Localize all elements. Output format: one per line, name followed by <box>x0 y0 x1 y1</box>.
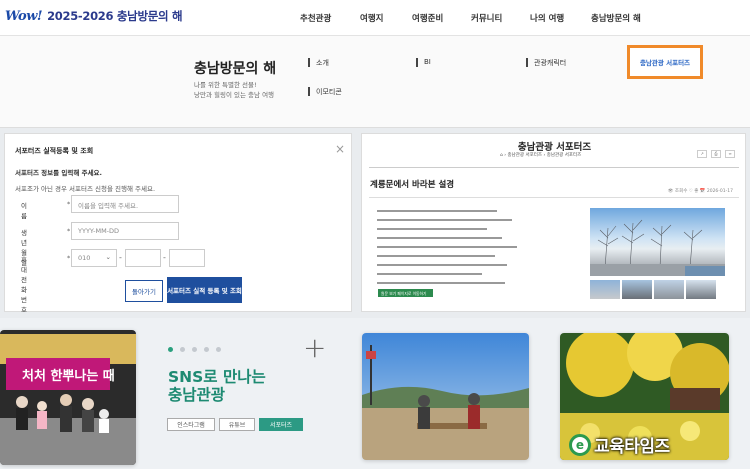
phone-separator: - <box>119 253 122 262</box>
post-text-line <box>377 282 505 284</box>
phone-last-input[interactable] <box>169 249 205 267</box>
carousel-dot[interactable] <box>180 347 185 352</box>
sns-heading-line1: SNS로 만나는 <box>168 368 266 386</box>
phone-middle-input[interactable] <box>125 249 161 267</box>
back-button[interactable]: 돌아가기 <box>125 280 163 302</box>
post-text-line <box>377 255 495 257</box>
breadcrumb: ⌂ › 충남관광 서포터즈 › 충남관광 서포터즈 <box>500 153 582 158</box>
gallery-thumb[interactable] <box>622 280 652 299</box>
nav-item-recommended[interactable]: 추천관광 <box>300 12 331 24</box>
required-marker: * <box>67 200 71 208</box>
gallery-thumb[interactable] <box>654 280 684 299</box>
sns-heading-line2: 충남관광 <box>168 386 226 404</box>
nav-item-visit-year[interactable]: 충남방문의 해 <box>591 12 641 24</box>
gallery-thumb[interactable] <box>590 280 620 299</box>
post-text-line <box>377 237 502 239</box>
tag-supporters[interactable]: 서포터즈 <box>259 418 303 431</box>
chevron-down-icon: ⌄ <box>105 253 111 261</box>
carousel-dot[interactable] <box>204 347 209 352</box>
link-icon[interactable]: ∞ <box>725 150 735 158</box>
logo-title: 2025-2026 충남방문의 해 <box>47 9 183 23</box>
birthdate-input[interactable]: YYYY-MM-DD <box>71 222 179 240</box>
plus-icon[interactable]: + <box>303 334 326 362</box>
sns-photo-card-2[interactable] <box>362 333 529 460</box>
mega-link-emoticon[interactable]: 이모티콘 <box>308 87 342 97</box>
view-original-button[interactable]: 원문 보기 페이지로 이동하기 → <box>378 289 433 302</box>
post-text-line <box>377 228 487 230</box>
site-logo[interactable]: Wow! 2025-2026 충남방문의 해 <box>5 8 183 24</box>
form-title: 서포터즈 실적등록 및 조회 <box>15 147 94 155</box>
name-label: 이름 <box>21 202 27 220</box>
nav-item-destinations[interactable]: 여행지 <box>360 12 383 24</box>
sns-heading: SNS로 만나는 충남관광 <box>168 368 266 404</box>
mega-desc-line1: 나를 위한 특별한 선물! <box>194 81 257 89</box>
snow-scene-photo <box>590 208 725 276</box>
divider <box>369 167 739 168</box>
card1-banner-text: 처처 한뿌나는 때 <box>22 369 115 384</box>
carousel-dot[interactable] <box>192 347 197 352</box>
phone-prefix-value: 010 <box>78 254 91 262</box>
mega-link-intro[interactable]: 소개 <box>308 58 329 68</box>
share-icon[interactable]: ↗ <box>697 150 707 158</box>
supporters-post-preview: 충남관광 서포터즈 ⌂ › 충남관광 서포터즈 › 충남관광 서포터즈 ↗ ⎙ … <box>361 133 746 312</box>
statues-photo <box>362 333 529 460</box>
mega-desc-line2: 낭만과 힐링이 있는 충남 여행 <box>194 91 275 99</box>
mega-link-character[interactable]: 관광캐릭터 <box>525 58 566 68</box>
watermark-text: 교육타임즈 <box>594 437 670 457</box>
name-input[interactable]: 이름을 입력해 주세요. <box>71 195 179 213</box>
nav-item-community[interactable]: 커뮤니티 <box>471 12 502 24</box>
close-icon[interactable]: × <box>335 142 345 156</box>
supporters-form-panel: 서포터즈 실적등록 및 조회 × 서포터즈 정보를 입력해 주세요. 서포조가 … <box>4 133 352 314</box>
nav-item-prepare[interactable]: 여행준비 <box>412 12 443 24</box>
phone-label: 휴대전화번호 <box>21 256 27 314</box>
carousel-dot[interactable] <box>168 347 173 352</box>
e-logo-icon: e <box>569 433 591 456</box>
preview-title: 충남관광 서포터즈 <box>517 142 592 153</box>
submit-button[interactable]: 서포터즈 실적 등록 및 조회 <box>167 277 242 303</box>
mega-link-bi[interactable]: BI <box>416 58 431 67</box>
form-subtitle: 서포터즈 정보를 입력해 주세요. <box>15 169 102 177</box>
mega-link-supporters-highlight[interactable]: 충남관광 서포터즈 <box>627 45 703 79</box>
post-text-line <box>377 246 517 248</box>
phone-separator: - <box>163 253 166 262</box>
mega-menu-description: 나를 위한 특별한 선물! 낭만과 힐링이 있는 충남 여행 <box>194 80 304 100</box>
post-title: 계룡문에서 바라본 설경 <box>370 180 455 190</box>
nav-item-my-trip[interactable]: 나의 여행 <box>530 12 564 24</box>
site-header: Wow! 2025-2026 충남방문의 해 추천관광 여행지 여행준비 커뮤니… <box>0 0 750 36</box>
tag-youtube[interactable]: 유튜브 <box>219 418 255 431</box>
phone-prefix-select[interactable]: 010 ⌄ <box>71 249 117 267</box>
carousel-dot[interactable] <box>216 347 221 352</box>
sns-photo-card-1[interactable]: 처처 한뿌나는 때 <box>0 330 136 465</box>
snow-trees-illustration <box>590 219 725 276</box>
mega-menu-title: 충남방문의 해 <box>194 61 277 77</box>
form-note: 서포조가 아닌 경우 서포터즈 신청을 진행해 주세요. <box>15 185 156 193</box>
carousel-dots <box>168 347 221 352</box>
post-text-line <box>377 264 507 266</box>
required-marker: * <box>67 254 71 262</box>
print-icon[interactable]: ⎙ <box>711 150 721 158</box>
festival-photo <box>0 330 136 465</box>
gallery-thumb[interactable] <box>686 280 716 299</box>
post-text-line <box>377 273 482 275</box>
watermark-logo: e 교육타임즈 <box>569 432 670 457</box>
required-marker: * <box>67 227 71 235</box>
logo-script: Wow! <box>5 8 43 24</box>
post-text-line <box>377 210 497 212</box>
divider <box>369 197 739 198</box>
tag-instagram[interactable]: 인스타그램 <box>167 418 215 431</box>
share-icons: ↗ ⎙ ∞ <box>697 150 735 158</box>
post-text-line <box>377 219 512 221</box>
post-meta: 👁 조회수 ♡ 좋 📅 2026-01-17 <box>667 189 733 194</box>
